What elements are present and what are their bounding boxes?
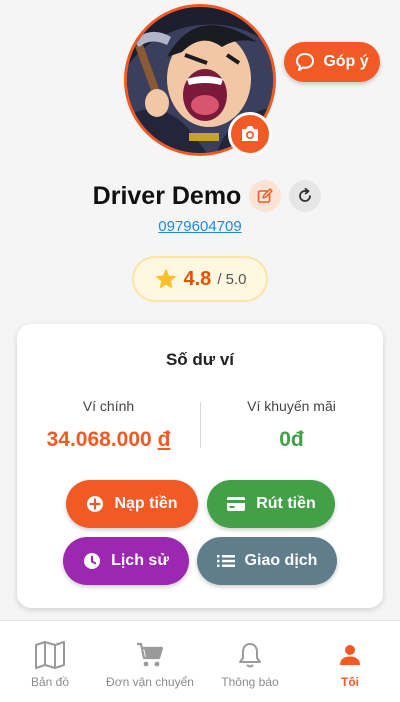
- clock-icon: [84, 553, 101, 569]
- list-icon: [216, 555, 235, 567]
- nav-item-orders[interactable]: Đơn vận chuyển: [100, 621, 200, 702]
- map-icon: [34, 641, 66, 669]
- chat-bubble-icon: [296, 53, 315, 71]
- phone-link[interactable]: 0979604709: [0, 218, 400, 235]
- star-icon: [155, 268, 176, 289]
- name-row: Driver Demo: [0, 178, 400, 214]
- nav-label-orders: Đơn vận chuyển: [106, 675, 194, 689]
- driver-name: Driver Demo: [92, 181, 242, 210]
- add-circle-icon: [87, 496, 104, 512]
- history-button[interactable]: Lịch sử: [63, 537, 189, 585]
- bell-icon: [238, 641, 262, 669]
- withdraw-label: Rút tiền: [256, 495, 316, 512]
- history-label: Lịch sử: [111, 552, 169, 569]
- nav-label-me: Tôi: [341, 675, 359, 689]
- camera-icon: [242, 126, 258, 141]
- change-photo-button[interactable]: [228, 112, 272, 156]
- feedback-label: Góp ý: [323, 53, 369, 70]
- withdraw-button[interactable]: Rút tiền: [207, 480, 335, 528]
- main-wallet: Ví chính 34.068.000 đ: [17, 398, 200, 452]
- feedback-button[interactable]: Góp ý: [284, 42, 380, 82]
- nav-item-notifications[interactable]: Thông báo: [200, 621, 300, 702]
- nav-item-map[interactable]: Bản đồ: [0, 621, 100, 702]
- rating-max: / 5.0: [217, 270, 247, 288]
- transactions-button[interactable]: Giao dịch: [197, 537, 337, 585]
- rating-badge: 4.8 / 5.0: [132, 256, 268, 302]
- nav-label-map: Bản đồ: [30, 675, 70, 689]
- topup-label: Nạp tiền: [114, 495, 178, 512]
- main-wallet-currency: đ: [157, 428, 171, 451]
- main-wallet-amount: 34.068.000 đ: [17, 428, 200, 452]
- cart-icon: [136, 641, 164, 669]
- edit-name-button[interactable]: [249, 180, 282, 212]
- refresh-button[interactable]: [289, 180, 322, 212]
- transactions-label: Giao dịch: [244, 552, 318, 569]
- main-wallet-value: 34.068.000: [46, 428, 152, 451]
- avatar-container: [124, 4, 276, 156]
- nav-label-notifications: Thông báo: [221, 675, 279, 689]
- bottom-nav: Bản đồ Đơn vận chuyển Thông báo Tôi: [0, 620, 400, 702]
- person-icon: [338, 641, 362, 669]
- wallet-title: Số dư ví: [165, 350, 235, 369]
- nav-item-me[interactable]: Tôi: [300, 621, 400, 702]
- promo-wallet-label: Ví khuyến mãi: [247, 398, 336, 414]
- edit-icon: [258, 188, 274, 203]
- credit-card-icon: [227, 497, 246, 511]
- refresh-icon: [299, 187, 312, 202]
- rating-value: 4.8: [183, 267, 212, 290]
- main-wallet-label: Ví chính: [82, 398, 135, 414]
- promo-wallet-amount: 0đ: [279, 428, 304, 451]
- wallet-card: Số dư ví Ví chính 34.068.000 đ Ví khuyến…: [17, 324, 383, 608]
- promo-wallet: Ví khuyến mãi 0đ: [200, 398, 383, 452]
- topup-button[interactable]: Nạp tiền: [66, 480, 198, 528]
